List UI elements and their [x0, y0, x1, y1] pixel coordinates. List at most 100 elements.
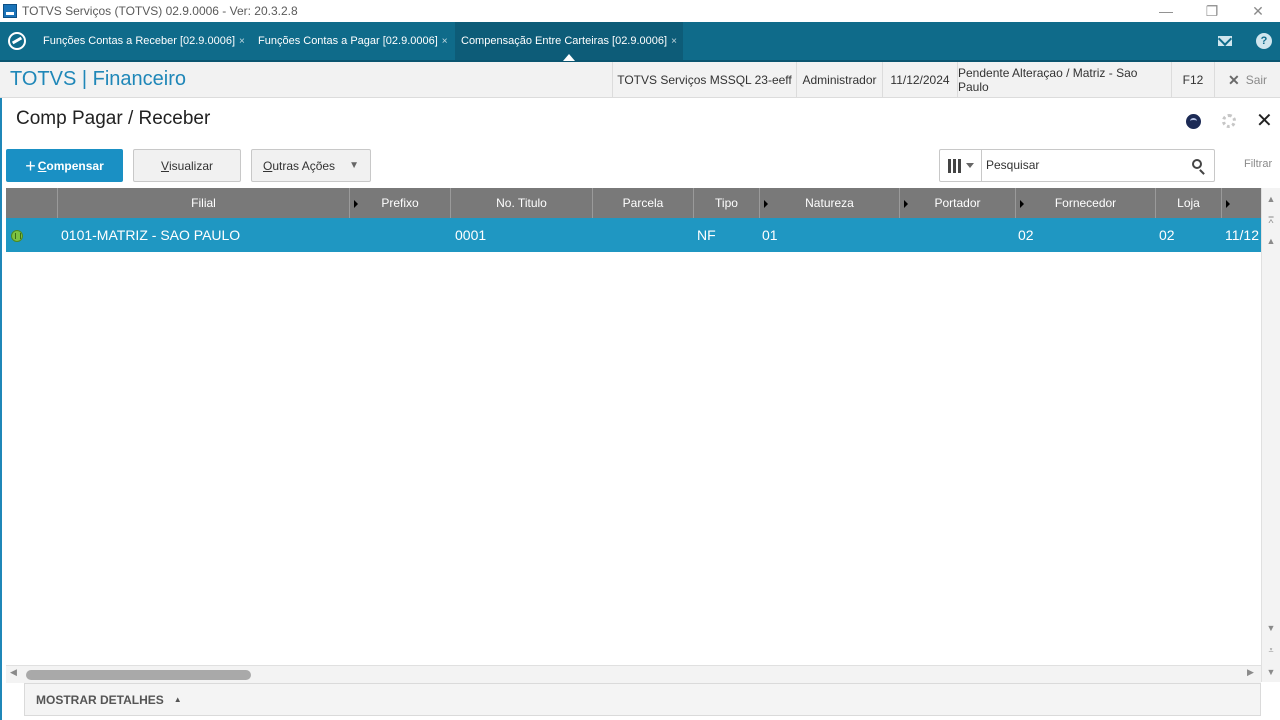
search-box [939, 149, 1215, 182]
tab-contas-receber[interactable]: Funções Contas a Receber [02.9.0006] × [37, 22, 251, 60]
outras-acoes-button[interactable]: Outras Ações ▼ [251, 149, 371, 182]
scroll-page-up-icon[interactable]: ⩞ [1262, 212, 1280, 228]
outras-acoes-label: utras Ações [272, 158, 336, 173]
tab-compensacao[interactable]: Compensação Entre Carteiras [02.9.0006] … [455, 22, 683, 61]
mail-icon[interactable] [1218, 36, 1232, 46]
tab-close-icon[interactable]: × [239, 36, 245, 47]
cell-filial: 0101-MATRIZ - SAO PAULO [61, 227, 241, 243]
visualizar-hotkey: V [160, 158, 169, 173]
outras-acoes-hotkey: O [263, 158, 273, 173]
search-input[interactable] [986, 158, 1176, 172]
status-legend-icon[interactable] [11, 230, 23, 242]
column-header-fornecedor[interactable]: Fornecedor [1016, 188, 1156, 218]
vertical-scrollbar[interactable]: ▲ ⩞ ▲ ▼ ⩡ ▼ [1261, 188, 1280, 682]
chevron-up-icon: ▲ [173, 695, 182, 704]
shortcut-f12[interactable]: F12 [1171, 62, 1214, 98]
column-header-next[interactable] [1222, 188, 1261, 218]
module-brand: TOTVS | Financeiro [10, 68, 186, 90]
column-header-label: Tipo [715, 196, 738, 210]
app-icon [3, 4, 17, 18]
column-header-label: Loja [1177, 196, 1200, 210]
scroll-bottom-icon[interactable]: ▼ [1262, 664, 1280, 680]
column-header-filial[interactable]: Filial [58, 188, 350, 218]
columns-selector[interactable] [940, 150, 982, 181]
column-header-label: Portador [934, 196, 981, 210]
server-info[interactable]: TOTVS Serviços MSSQL 23-eeff [612, 62, 796, 98]
restore-button[interactable]: ❐ [1189, 0, 1235, 22]
scroll-up-icon[interactable]: ▲ [1262, 233, 1280, 249]
window-close-button[interactable]: ✕ [1235, 0, 1280, 22]
sort-arrow-icon [904, 200, 908, 208]
column-header-prefixo[interactable]: Prefixo [350, 188, 451, 218]
page-title: Comp Pagar / Receber [16, 108, 211, 129]
cell-loja: 02 [1159, 227, 1175, 243]
scroll-thumb[interactable] [26, 670, 251, 680]
cell-extra: 11/12 [1225, 227, 1259, 243]
window-title: TOTVS Serviços (TOTVS) 02.9.0006 - Ver: … [22, 4, 298, 18]
tab-label: Compensação Entre Carteiras [02.9.0006] [461, 35, 668, 47]
scroll-top-icon[interactable]: ▲ [1262, 191, 1280, 207]
scroll-right-icon[interactable]: ▶ [1247, 667, 1254, 678]
help-icon[interactable]: ? [1256, 33, 1272, 49]
sort-arrow-icon [1020, 200, 1024, 208]
column-header-label: Fornecedor [1054, 196, 1117, 210]
chevron-down-icon [965, 163, 974, 168]
tab-close-icon[interactable]: × [671, 36, 677, 47]
tab-label: Funções Contas a Receber [02.9.0006] [43, 35, 236, 47]
horizontal-scrollbar[interactable]: ◀ ▶ [6, 665, 1261, 683]
close-page-icon[interactable]: ✕ [1256, 110, 1273, 132]
theme-icon[interactable] [1186, 114, 1201, 129]
grid-header: Filial Prefixo No. Titulo Parcela Tipo N… [6, 188, 1261, 218]
table-row[interactable]: 0101-MATRIZ - SAO PAULO 0001 NF 01 02 02… [6, 218, 1261, 252]
search-icon[interactable] [1192, 159, 1202, 169]
column-header-label: Natureza [805, 196, 854, 210]
sort-arrow-icon [354, 200, 358, 208]
scroll-page-down-icon[interactable]: ⩡ [1262, 642, 1280, 658]
tab-close-icon[interactable]: × [442, 36, 448, 47]
gear-icon[interactable] [1222, 114, 1236, 128]
tab-label: Funções Contas a Pagar [02.9.0006] [258, 35, 438, 47]
caret-down-icon: ▼ [349, 160, 359, 171]
branch-info[interactable]: Pendente Alteraçao / Matriz - Sao Paulo [957, 62, 1171, 98]
visualizar-button[interactable]: Visualizar [133, 149, 241, 182]
column-header-parcela[interactable]: Parcela [593, 188, 694, 218]
cell-fornecedor: 02 [1018, 227, 1034, 243]
tab-contas-pagar[interactable]: Funções Contas a Pagar [02.9.0006] × [252, 22, 455, 60]
sort-arrow-icon [764, 200, 768, 208]
compensar-button[interactable]: + Compensar [6, 149, 123, 182]
cell-titulo: 0001 [455, 227, 487, 243]
exit-icon: ✕ [1227, 71, 1240, 88]
column-header-label: Filial [191, 196, 216, 210]
filter-link[interactable]: Filtrar [1244, 158, 1272, 170]
totvs-logo-icon[interactable] [8, 32, 26, 50]
user-info[interactable]: Administrador [796, 62, 882, 98]
legend-column-header[interactable] [6, 188, 58, 218]
tabs-bar: Funções Contas a Receber [02.9.0006] × F… [0, 22, 1280, 62]
column-header-natureza[interactable]: Natureza [760, 188, 900, 218]
cell-natureza: 01 [762, 227, 778, 243]
column-header-label: Prefixo [381, 196, 419, 210]
scroll-left-icon[interactable]: ◀ [10, 667, 17, 678]
visualizar-label: isualizar [169, 158, 214, 173]
exit-label: Sair [1245, 73, 1268, 87]
minimize-button[interactable]: — [1143, 0, 1189, 22]
column-header-tipo[interactable]: Tipo [694, 188, 760, 218]
date-info[interactable]: 11/12/2024 [882, 62, 957, 98]
scroll-down-icon[interactable]: ▼ [1262, 620, 1280, 636]
window-titlebar: TOTVS Serviços (TOTVS) 02.9.0006 - Ver: … [0, 0, 1280, 22]
data-grid: Filial Prefixo No. Titulo Parcela Tipo N… [6, 188, 1261, 664]
exit-button[interactable]: ✕ Sair [1214, 62, 1280, 98]
column-header-label: Parcela [622, 196, 664, 210]
module-header: TOTVS | Financeiro TOTVS Serviços MSSQL … [0, 62, 1280, 98]
show-details-label: MOSTRAR DETALHES [36, 692, 164, 707]
show-details-bar[interactable]: MOSTRAR DETALHES ▲ [24, 683, 1261, 716]
left-accent-line [0, 98, 2, 720]
sort-arrow-icon [1226, 200, 1230, 208]
columns-icon [947, 158, 961, 173]
compensar-label: ompensar [46, 158, 104, 173]
cell-tipo: NF [697, 227, 716, 243]
column-header-portador[interactable]: Portador [900, 188, 1016, 218]
column-header-loja[interactable]: Loja [1156, 188, 1222, 218]
column-header-titulo[interactable]: No. Titulo [451, 188, 593, 218]
column-header-label: No. Titulo [496, 196, 547, 210]
